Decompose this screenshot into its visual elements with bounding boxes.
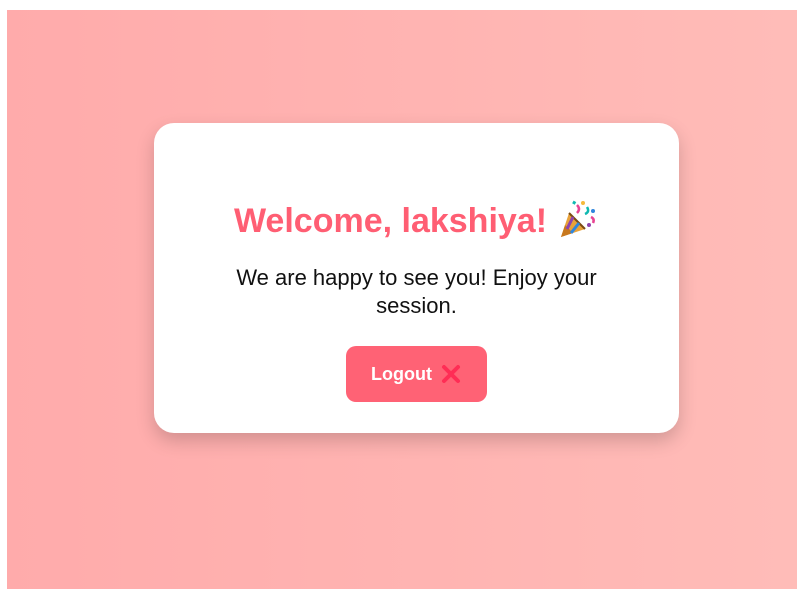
page-background: Welcome, lakshiya! We are happy to see y… (7, 10, 797, 589)
logout-button[interactable]: Logout (346, 346, 487, 402)
party-popper-icon (555, 199, 599, 239)
welcome-heading: Welcome, lakshiya! (154, 199, 679, 243)
welcome-message: We are happy to see you! Enjoy your sess… (236, 265, 597, 318)
welcome-greeting: Welcome, lakshiya! (233, 202, 548, 240)
close-icon (440, 363, 462, 385)
welcome-card: Welcome, lakshiya! We are happy to see y… (154, 123, 679, 433)
logout-label: Logout (371, 363, 432, 384)
